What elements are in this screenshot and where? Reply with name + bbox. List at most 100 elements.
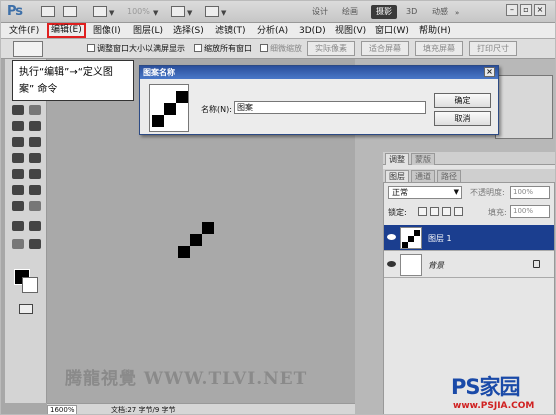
eraser-tool-icon[interactable]: [12, 153, 24, 163]
eye-icon[interactable]: [387, 234, 396, 240]
quick-mask-icon[interactable]: [19, 304, 33, 314]
close-icon[interactable]: ×: [534, 4, 546, 16]
menu-help[interactable]: 帮助(H): [419, 25, 451, 37]
fit-screen-button[interactable]: 适合屏幕: [361, 41, 409, 56]
workspace-design[interactable]: 设计: [307, 5, 333, 19]
menu-select[interactable]: 选择(S): [173, 25, 204, 37]
thumb-square: [408, 236, 414, 242]
type-tool-icon[interactable]: [29, 185, 41, 195]
pattern-name-input[interactable]: 图案: [234, 101, 426, 114]
3d-orbit-tool-icon[interactable]: [29, 221, 41, 231]
actual-pixels-button[interactable]: 实际像素: [307, 41, 355, 56]
site-watermark: 腾龍視覺 WWW.TLVI.NET: [65, 369, 308, 389]
photoshop-logo: Ps: [7, 4, 23, 19]
eye-icon[interactable]: [387, 261, 396, 267]
background-color-swatch[interactable]: [22, 277, 38, 293]
thumb-square: [414, 230, 420, 236]
layers-tab-bar: 图层 通道 路径: [383, 169, 555, 182]
menu-analysis[interactable]: 分析(A): [257, 25, 288, 37]
history-brush-tool-icon[interactable]: [29, 137, 41, 147]
tab-paths[interactable]: 路径: [437, 170, 461, 182]
close-icon[interactable]: ×: [484, 67, 495, 77]
fill-screen-button[interactable]: 填充屏幕: [415, 41, 463, 56]
application-bar: Ps ▼ 100% ▼ ▼ ▼ 设计 绘画 摄影 3D 动感 » – ▫ ×: [1, 1, 555, 23]
lock-transparency-icon[interactable]: [418, 207, 427, 216]
pattern-name-label: 名称(N):: [201, 105, 232, 114]
screen-mode-icon[interactable]: [205, 6, 219, 17]
mini-bridge-icon[interactable]: [63, 6, 77, 17]
zoom-tool-preset-icon[interactable]: [13, 41, 43, 57]
menu-image[interactable]: 图像(I): [93, 25, 121, 37]
zoom-percentage-field[interactable]: 1600%: [47, 405, 77, 414]
workspace-painting[interactable]: 绘画: [337, 5, 363, 19]
menu-layer[interactable]: 图层(L): [133, 25, 163, 37]
lock-all-icon[interactable]: [454, 207, 463, 216]
view-extras-icon[interactable]: [93, 6, 107, 17]
healing-tool-icon[interactable]: [12, 121, 24, 131]
document-info: 文档:27 字节/9 字节: [111, 406, 176, 414]
zoom-tool-icon[interactable]: [29, 239, 41, 249]
print-size-button[interactable]: 打印尺寸: [469, 41, 517, 56]
layer-thumbnail: [400, 254, 422, 276]
scrubby-zoom-checkbox[interactable]: [260, 44, 268, 52]
layer-row-layer1[interactable]: 图层 1: [384, 225, 554, 251]
eyedropper-tool-icon[interactable]: [29, 105, 41, 115]
instruction-callout: 执行“编辑”→“定义图案” 命令: [12, 60, 134, 101]
adjustments-tab-bar: 调整 蒙版: [383, 152, 555, 165]
dodge-tool-icon[interactable]: [29, 169, 41, 179]
brush-tool-icon[interactable]: [29, 121, 41, 131]
menu-file[interactable]: 文件(F): [9, 25, 39, 37]
dialog-title: 图案名称: [143, 68, 175, 77]
menu-3d[interactable]: 3D(D): [299, 25, 326, 37]
zoom-all-checkbox[interactable]: [194, 44, 202, 52]
tab-layers[interactable]: 图层: [385, 170, 409, 182]
layer-row-background[interactable]: 背景: [384, 252, 554, 278]
opacity-label: 不透明度:: [470, 188, 505, 197]
gradient-tool-icon[interactable]: [29, 153, 41, 163]
3d-rotate-tool-icon[interactable]: [12, 221, 24, 231]
menu-edit[interactable]: 编辑(E): [47, 23, 86, 38]
workspace-3d[interactable]: 3D: [401, 5, 422, 19]
chevron-down-icon[interactable]: ▼: [187, 9, 192, 17]
minimize-icon[interactable]: –: [506, 4, 518, 16]
arrange-documents-icon[interactable]: [171, 6, 185, 17]
menu-filter[interactable]: 滤镜(T): [215, 25, 246, 37]
dialog-title-bar[interactable]: 图案名称 ×: [140, 66, 498, 79]
chevron-down-icon[interactable]: ▼: [153, 9, 158, 17]
opacity-field[interactable]: 100%: [510, 186, 550, 199]
bridge-icon[interactable]: [41, 6, 55, 17]
restore-icon[interactable]: ▫: [520, 4, 532, 16]
layer-thumbnail: [400, 227, 422, 249]
lock-position-icon[interactable]: [442, 207, 451, 216]
menu-window[interactable]: 窗口(W): [375, 25, 409, 37]
clone-stamp-tool-icon[interactable]: [12, 137, 24, 147]
crop-tool-icon[interactable]: [12, 105, 24, 115]
pattern-square: [202, 222, 214, 234]
rectangle-tool-icon[interactable]: [29, 201, 41, 211]
chevron-down-icon[interactable]: ▼: [109, 9, 114, 17]
resize-windows-checkbox[interactable]: [87, 44, 95, 52]
hand-tool-icon[interactable]: [12, 239, 24, 249]
workspace-more-icon[interactable]: »: [455, 9, 459, 17]
blend-mode-select[interactable]: 正常 ▼: [388, 186, 462, 199]
tab-channels[interactable]: 通道: [411, 170, 435, 182]
workspace-photography[interactable]: 摄影: [371, 5, 397, 19]
fill-label: 填充:: [488, 208, 507, 217]
chevron-down-icon[interactable]: ▼: [221, 9, 226, 17]
zoom-level-display[interactable]: 100%: [127, 7, 150, 16]
tab-masks[interactable]: 蒙版: [411, 153, 435, 165]
workspace-motion[interactable]: 动感: [427, 5, 453, 19]
lock-label: 锁定:: [388, 208, 407, 217]
ok-button[interactable]: 确定: [434, 93, 491, 108]
path-selection-tool-icon[interactable]: [12, 201, 24, 211]
menu-view[interactable]: 视图(V): [335, 25, 366, 37]
lock-image-icon[interactable]: [430, 207, 439, 216]
layer-name: 背景: [428, 261, 444, 270]
pen-tool-icon[interactable]: [12, 185, 24, 195]
toolbox: [5, 59, 47, 403]
fill-field[interactable]: 100%: [510, 205, 550, 218]
cancel-button[interactable]: 取消: [434, 111, 491, 126]
blur-tool-icon[interactable]: [12, 169, 24, 179]
tab-adjustments[interactable]: 调整: [385, 153, 409, 165]
lock-icon: [533, 260, 540, 268]
